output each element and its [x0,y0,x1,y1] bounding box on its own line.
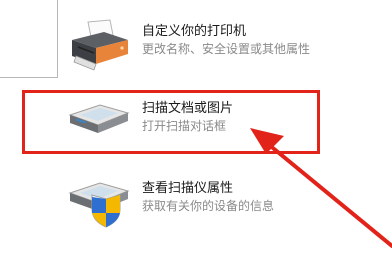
customize-printer-description: 更改名称、安全设置或其他属性 [142,42,311,56]
customize-printer-title: 自定义你的打印机 [142,24,247,39]
scanner-properties-description: 获取有关你的设备的信息 [142,199,275,213]
highlight-box [22,90,320,154]
scanner-properties-task[interactable]: 查看扫描仪属性 获取有关你的设备的信息 [66,175,386,235]
device-tile-partial[interactable] [0,0,58,78]
scanner-shield-icon [66,175,132,235]
scanner-properties-title: 查看扫描仪属性 [142,181,234,196]
customize-printer-task[interactable]: 自定义你的打印机 更改名称、安全设置或其他属性 [66,18,386,78]
printer-icon [66,18,132,78]
